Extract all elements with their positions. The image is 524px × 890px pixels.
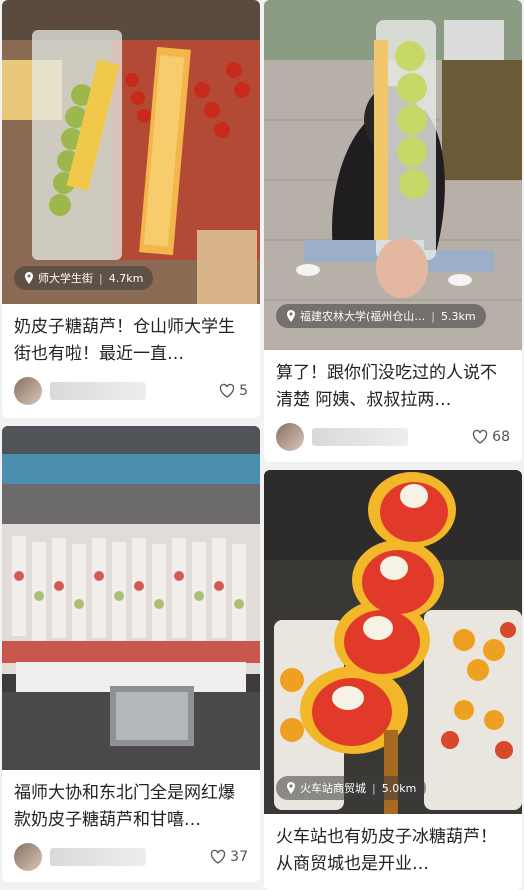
- location-pin-icon: [287, 782, 295, 794]
- skewer-photo: [2, 0, 260, 304]
- like-button[interactable]: 5: [219, 383, 248, 399]
- avatar[interactable]: [14, 377, 42, 405]
- author-name-blurred[interactable]: [50, 848, 146, 866]
- card-title[interactable]: 火车站也有奶皮子冰糖葫芦！从商贸城也是开业…: [264, 814, 522, 878]
- location-separator: |: [99, 271, 103, 285]
- card-title[interactable]: 奶皮子糖葫芦！仓山师大学生街也有啦！最近一直…: [2, 304, 260, 368]
- location-tag[interactable]: 福建农林大学(福州仓山… | 5.3km: [276, 304, 486, 328]
- location-distance: 5.3km: [441, 309, 476, 323]
- location-distance: 5.0km: [381, 781, 417, 795]
- feed-column-right: 福建农林大学(福州仓山… | 5.3km 算了！跟你们没吃过的人说不清楚 阿姨、…: [264, 0, 522, 890]
- stall-photo: [2, 426, 260, 770]
- card-image[interactable]: 师大学生街 | 4.7km: [2, 0, 260, 304]
- location-separator: |: [372, 781, 376, 795]
- feed-grid: 师大学生街 | 4.7km 奶皮子糖葫芦！仓山师大学生街也有啦！最近一直… 5: [0, 0, 524, 890]
- location-tag[interactable]: 火车站商贸城 | 5.0km: [276, 776, 427, 800]
- avatar[interactable]: [276, 423, 304, 451]
- avatar[interactable]: [14, 843, 42, 871]
- card-image[interactable]: [2, 426, 260, 770]
- heart-icon: [211, 849, 226, 864]
- card-image[interactable]: 火车站商贸城 | 5.0km: [264, 470, 522, 814]
- feed-card[interactable]: 福建农林大学(福州仓山… | 5.3km 算了！跟你们没吃过的人说不清楚 阿姨、…: [264, 0, 522, 462]
- like-button[interactable]: 37: [210, 849, 248, 865]
- location-pin-icon: [287, 310, 295, 322]
- card-meta: 37: [2, 834, 260, 880]
- strawberry-photo: [264, 470, 522, 814]
- author-name-blurred[interactable]: [312, 428, 408, 446]
- feed-card[interactable]: 福师大协和东北门全是网红爆款奶皮子糖葫芦和甘嘻… 37: [2, 426, 260, 882]
- like-button[interactable]: 68: [472, 429, 510, 445]
- location-separator: |: [431, 309, 436, 323]
- heart-icon: [473, 429, 488, 444]
- card-title[interactable]: 福师大协和东北门全是网红爆款奶皮子糖葫芦和甘嘻…: [2, 770, 260, 834]
- location-distance: 4.7km: [108, 271, 144, 285]
- location-tag[interactable]: 师大学生街 | 4.7km: [14, 266, 154, 290]
- card-meta: 68: [264, 414, 522, 460]
- card-image[interactable]: 福建农林大学(福州仓山… | 5.3km: [264, 0, 522, 350]
- feed-card[interactable]: 火车站商贸城 | 5.0km 火车站也有奶皮子冰糖葫芦！从商贸城也是开业…: [264, 470, 522, 890]
- location-place: 福建农林大学(福州仓山…: [300, 310, 426, 323]
- feed-column-left: 师大学生街 | 4.7km 奶皮子糖葫芦！仓山师大学生街也有啦！最近一直… 5: [2, 0, 260, 890]
- street-photo: [264, 0, 522, 350]
- location-place: 师大学生街: [38, 272, 93, 285]
- author-name-blurred[interactable]: [50, 382, 146, 400]
- heart-icon: [219, 383, 235, 398]
- feed-card[interactable]: 师大学生街 | 4.7km 奶皮子糖葫芦！仓山师大学生街也有啦！最近一直… 5: [2, 0, 260, 418]
- like-count: 5: [239, 383, 248, 399]
- like-count: 37: [230, 849, 248, 865]
- location-place: 火车站商贸城: [300, 782, 366, 795]
- location-pin-icon: [25, 272, 33, 284]
- like-count: 68: [492, 429, 510, 445]
- card-title[interactable]: 算了！跟你们没吃过的人说不清楚 阿姨、叔叔拉两…: [264, 350, 522, 414]
- card-meta: 5: [2, 368, 260, 414]
